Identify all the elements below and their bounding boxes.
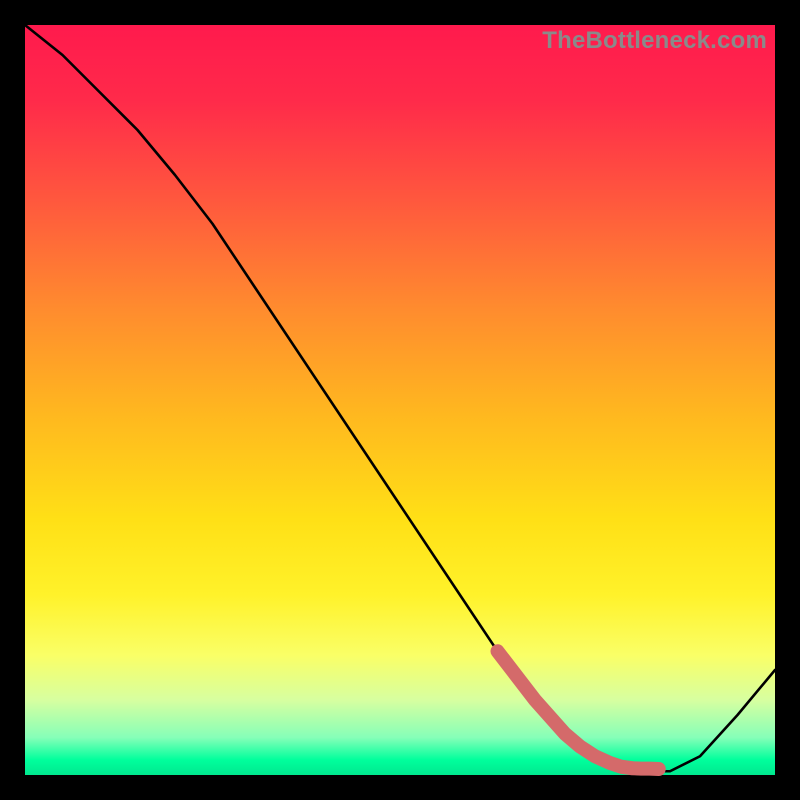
chart-container: TheBottleneck.com bbox=[0, 0, 800, 800]
highlight-dot bbox=[653, 763, 665, 775]
plot-area: TheBottleneck.com bbox=[25, 25, 775, 775]
highlight-svg bbox=[25, 25, 775, 775]
highlight-segment bbox=[498, 651, 659, 769]
highlight-dot bbox=[615, 761, 627, 773]
